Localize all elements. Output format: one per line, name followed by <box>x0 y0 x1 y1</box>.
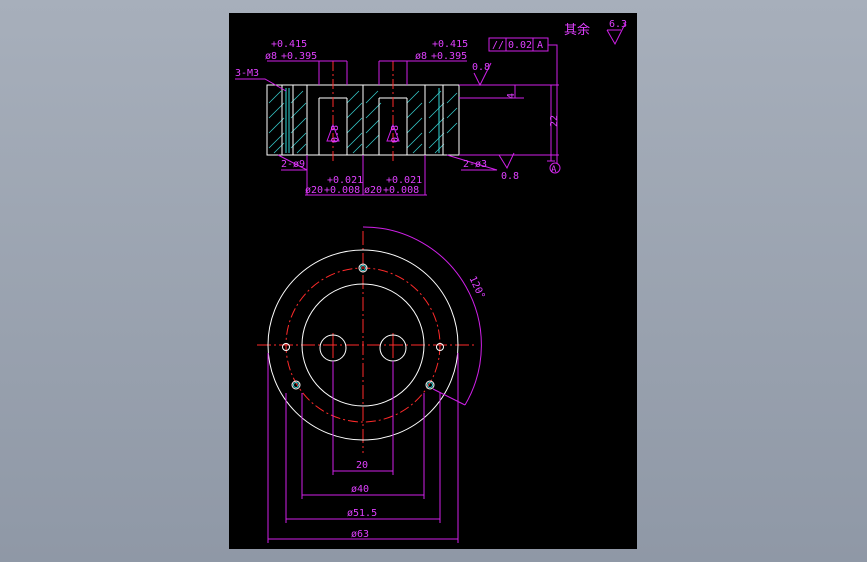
cad-drawing: 其余 6.3 // 0.02 A 0.8 0.8 +0.415 ø8 +0.39… <box>235 19 627 543</box>
tolerance-datum: A <box>537 40 543 51</box>
hole-right-main: ø8 <box>415 51 427 62</box>
bore-right-lower-tol: +0.008 <box>383 185 419 196</box>
tolerance-frame: // 0.02 A <box>488 37 558 163</box>
angle-dim: 120° <box>467 275 487 301</box>
drawing-canvas[interactable]: 其余 6.3 // 0.02 A 0.8 0.8 +0.415 ø8 +0.39… <box>229 13 637 549</box>
hole-right-upper-tol: +0.415 <box>432 39 468 50</box>
dim-40: ø40 <box>351 484 369 495</box>
surface-note-text: 其余 <box>564 22 590 38</box>
hole-left-upper-tol: +0.415 <box>271 39 307 50</box>
hole-right-lower-tol: +0.395 <box>431 51 467 62</box>
bore-left-main: ø20 <box>305 185 323 196</box>
angle-arc <box>362 226 482 406</box>
bore-right-main: ø20 <box>364 185 382 196</box>
counterbore-right: 2-ø3 <box>463 159 487 170</box>
depth-dim: 4 <box>506 93 517 99</box>
height-dim: 22 <box>549 115 560 127</box>
hole-left-main: ø8 <box>265 51 277 62</box>
hole-left-roughness: 0.8 <box>330 125 341 143</box>
dim-63: ø63 <box>351 529 369 540</box>
hole-right-roughness: 0.8 <box>390 125 401 143</box>
counterbore-left: 2-ø9 <box>281 159 305 170</box>
dim-51-5: ø51.5 <box>347 508 377 519</box>
bore-left-lower-tol: +0.008 <box>324 185 360 196</box>
bottom-roughness: 0.8 <box>501 171 519 182</box>
datum-label: A <box>551 165 557 175</box>
tolerance-symbol: // <box>492 40 504 51</box>
top-roughness: 0.8 <box>472 62 490 73</box>
surface-note: 其余 6.3 <box>564 19 627 46</box>
thread-label: 3-M3 <box>235 68 259 79</box>
plan-view: 120° 20 ø40 ø51.5 ø63 <box>257 226 487 543</box>
dim-20: 20 <box>356 460 368 471</box>
section-view: 0.8 0.8 +0.415 ø8 +0.395 +0.415 ø8 +0.39… <box>235 39 561 196</box>
tolerance-value: 0.02 <box>508 40 532 51</box>
hole-left-lower-tol: +0.395 <box>281 51 317 62</box>
